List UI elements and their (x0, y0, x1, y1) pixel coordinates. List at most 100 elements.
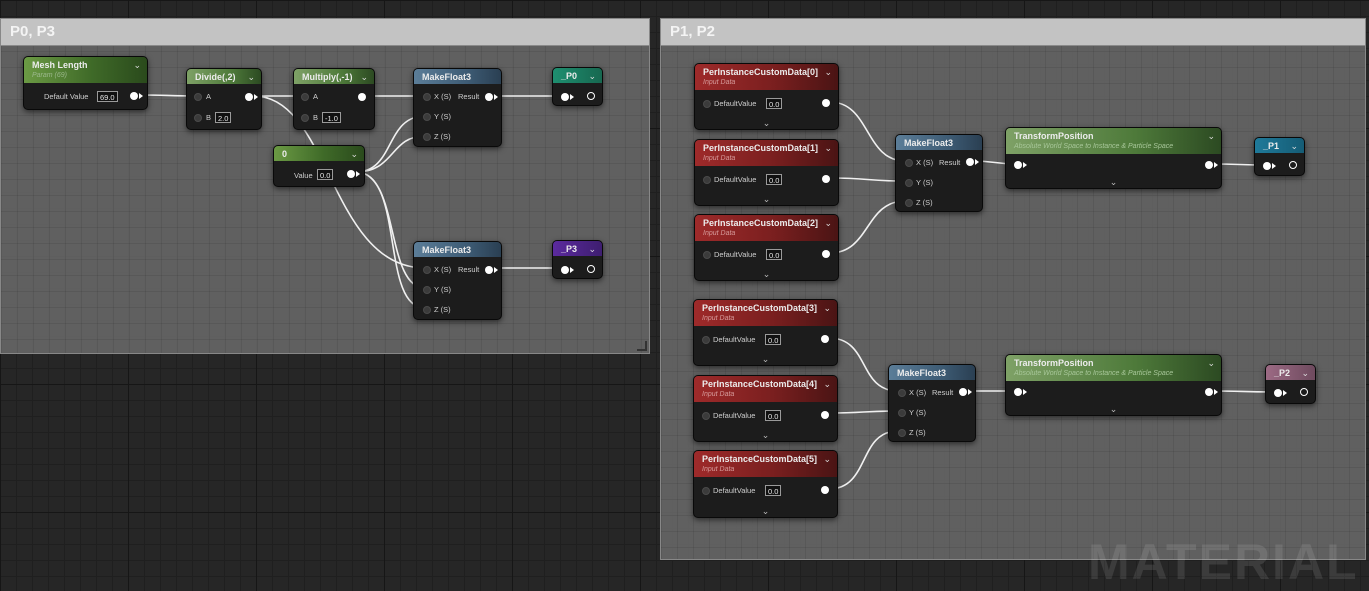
input-pin-y[interactable] (905, 179, 913, 187)
output-pin[interactable] (1205, 161, 1213, 169)
mesh-length-param-node[interactable]: Mesh Length Param (69) ⌄ Default Value 6… (23, 56, 148, 110)
node-header[interactable]: _P0 ⌄ (553, 68, 602, 83)
input-pin[interactable] (702, 412, 710, 420)
input-pin-b[interactable] (301, 114, 309, 122)
comment-title[interactable]: P0, P3 (10, 23, 55, 40)
output-pin[interactable] (245, 93, 253, 101)
node-header[interactable]: TransformPosition Absolute World Space t… (1006, 128, 1221, 154)
per-instance-custom-data-1-node[interactable]: PerInstanceCustomData[1] Input Data ⌄ De… (694, 139, 839, 206)
make-float3-node-a[interactable]: MakeFloat3 X (S) Result Y (S) Z (S) (413, 68, 502, 147)
input-pin[interactable] (1014, 161, 1022, 169)
chevron-down-icon[interactable]: ⌄ (133, 60, 141, 70)
input-pin-x[interactable] (423, 266, 431, 274)
expand-chevron-icon[interactable]: ⌄ (763, 118, 771, 128)
make-float3-node-b[interactable]: MakeFloat3 X (S) Result Y (S) Z (S) (413, 241, 502, 320)
default-value-field[interactable]: 0.0 (765, 410, 782, 421)
input-pin-a[interactable] (301, 93, 309, 101)
node-header[interactable]: MakeFloat3 (414, 69, 501, 84)
node-header[interactable]: PerInstanceCustomData[5] Input Data ⌄ (694, 451, 837, 477)
node-header[interactable]: Mesh Length Param (69) ⌄ (24, 57, 147, 83)
output-pin[interactable] (485, 93, 493, 101)
node-header[interactable]: Multiply(,-1) ⌄ (294, 69, 374, 84)
output-pin[interactable] (821, 486, 829, 494)
expand-chevron-icon[interactable]: ⌄ (762, 506, 770, 516)
input-pin-z[interactable] (423, 133, 431, 141)
output-pin[interactable] (822, 99, 830, 107)
default-value-field[interactable]: 0.0 (766, 249, 783, 260)
output-pin[interactable] (347, 170, 355, 178)
chevron-down-icon[interactable]: ⌄ (824, 143, 832, 153)
b-value-field[interactable]: 2.0 (215, 112, 232, 123)
input-pin-x[interactable] (423, 93, 431, 101)
output-pin[interactable] (130, 92, 138, 100)
input-pin-a[interactable] (194, 93, 202, 101)
input-pin[interactable] (703, 176, 711, 184)
default-value-field[interactable]: 0.0 (765, 334, 782, 345)
chevron-down-icon[interactable]: ⌄ (1290, 141, 1298, 151)
chevron-down-icon[interactable]: ⌄ (823, 303, 831, 313)
input-pin-z[interactable] (905, 199, 913, 207)
chevron-down-icon[interactable]: ⌄ (588, 244, 596, 254)
output-pin[interactable] (485, 266, 493, 274)
value-field[interactable]: 0.0 (317, 169, 334, 180)
default-value-field[interactable]: 0.0 (766, 174, 783, 185)
input-pin-z[interactable] (423, 306, 431, 314)
input-pin[interactable] (1274, 389, 1282, 397)
input-pin[interactable] (703, 251, 711, 259)
node-header[interactable]: MakeFloat3 (889, 365, 975, 380)
chevron-down-icon[interactable]: ⌄ (824, 67, 832, 77)
node-header[interactable]: PerInstanceCustomData[3] Input Data ⌄ (694, 300, 837, 326)
chevron-down-icon[interactable]: ⌄ (1301, 368, 1309, 378)
per-instance-custom-data-3-node[interactable]: PerInstanceCustomData[3] Input Data ⌄ De… (693, 299, 838, 366)
expand-chevron-icon[interactable]: ⌄ (762, 430, 770, 440)
chevron-down-icon[interactable]: ⌄ (824, 218, 832, 228)
expand-chevron-icon[interactable]: ⌄ (1110, 177, 1118, 187)
default-value-field[interactable]: 0.0 (766, 98, 783, 109)
expand-chevron-icon[interactable]: ⌄ (762, 354, 770, 364)
per-instance-custom-data-4-node[interactable]: PerInstanceCustomData[4] Input Data ⌄ De… (693, 375, 838, 442)
chevron-down-icon[interactable]: ⌄ (350, 149, 358, 159)
node-header[interactable]: 0 ⌄ (274, 146, 364, 161)
make-float3-node-d[interactable]: MakeFloat3 X (S) Result Y (S) Z (S) (888, 364, 976, 442)
comment-header[interactable]: P1, P2 (661, 19, 1365, 46)
output-pin[interactable] (1205, 388, 1213, 396)
input-pin-y[interactable] (423, 113, 431, 121)
input-pin-b[interactable] (194, 114, 202, 122)
chevron-down-icon[interactable]: ⌄ (1207, 131, 1215, 141)
node-header[interactable]: _P2 ⌄ (1266, 365, 1315, 380)
input-pin-y[interactable] (898, 409, 906, 417)
output-ring-pin[interactable] (587, 265, 595, 273)
output-pin[interactable] (821, 335, 829, 343)
per-instance-custom-data-2-node[interactable]: PerInstanceCustomData[2] Input Data ⌄ De… (694, 214, 839, 281)
input-pin[interactable] (1014, 388, 1022, 396)
input-pin[interactable] (1263, 162, 1271, 170)
transform-position-node-b[interactable]: TransformPosition Absolute World Space t… (1005, 354, 1222, 416)
output-pin[interactable] (959, 388, 967, 396)
comment-header[interactable]: P0, P3 (1, 19, 649, 46)
output-pin[interactable] (822, 250, 830, 258)
expand-chevron-icon[interactable]: ⌄ (763, 269, 771, 279)
input-pin[interactable] (702, 336, 710, 344)
expand-chevron-icon[interactable]: ⌄ (1110, 404, 1118, 414)
zero-constant-node[interactable]: 0 ⌄ Value 0.0 (273, 145, 365, 187)
comment-title[interactable]: P1, P2 (670, 23, 715, 40)
node-header[interactable]: MakeFloat3 (414, 242, 501, 257)
input-pin[interactable] (561, 266, 569, 274)
resize-grip-icon[interactable] (637, 341, 647, 351)
p2-output-node[interactable]: _P2 ⌄ (1265, 364, 1316, 404)
node-header[interactable]: _P3 ⌄ (553, 241, 602, 256)
input-pin[interactable] (561, 93, 569, 101)
output-pin[interactable] (821, 411, 829, 419)
input-pin-x[interactable] (905, 159, 913, 167)
node-header[interactable]: PerInstanceCustomData[0] Input Data ⌄ (695, 64, 838, 90)
input-pin-z[interactable] (898, 429, 906, 437)
input-pin[interactable] (702, 487, 710, 495)
expand-chevron-icon[interactable]: ⌄ (763, 194, 771, 204)
p0-output-node[interactable]: _P0 ⌄ (552, 67, 603, 106)
default-value-field[interactable]: 69.0 (97, 91, 118, 102)
output-ring-pin[interactable] (1289, 161, 1297, 169)
node-header[interactable]: PerInstanceCustomData[2] Input Data ⌄ (695, 215, 838, 241)
node-header[interactable]: TransformPosition Absolute World Space t… (1006, 355, 1221, 381)
node-header[interactable]: PerInstanceCustomData[4] Input Data ⌄ (694, 376, 837, 402)
node-header[interactable]: Divide(,2) ⌄ (187, 69, 261, 84)
